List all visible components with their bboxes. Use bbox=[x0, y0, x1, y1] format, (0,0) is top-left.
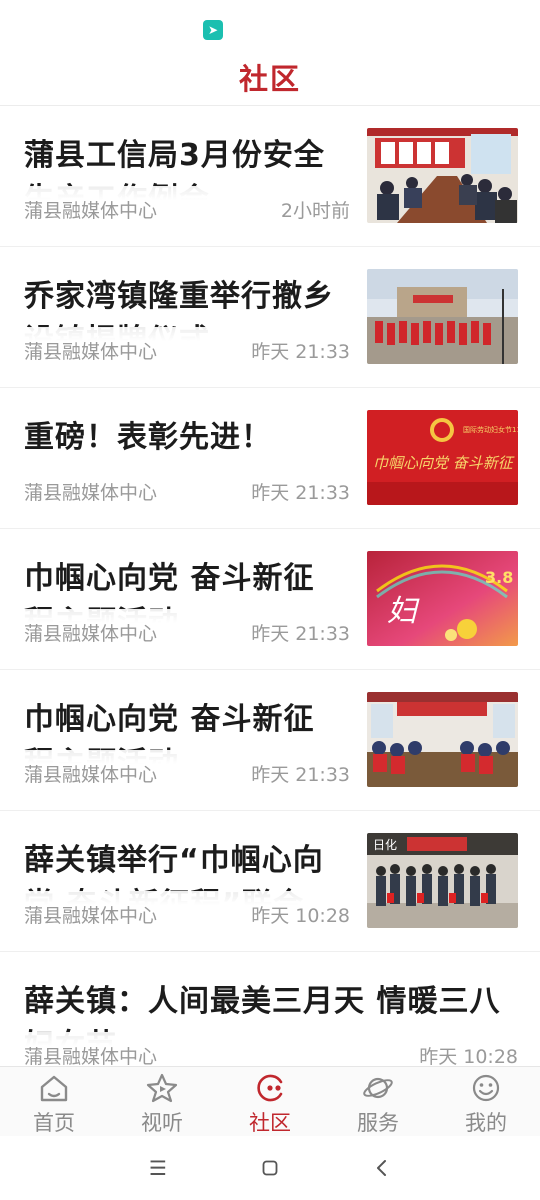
news-source: 蒲县融媒体中心 bbox=[24, 200, 158, 222]
page-title: 社区 bbox=[238, 62, 301, 96]
home-icon bbox=[40, 1075, 68, 1102]
back-icon[interactable] bbox=[362, 1152, 402, 1184]
news-time: 昨天 10:28 bbox=[419, 1046, 518, 1066]
menu-icon[interactable]: ☰ bbox=[138, 1152, 178, 1184]
news-source: 蒲县融媒体中心 bbox=[24, 623, 158, 645]
news-thumbnail[interactable] bbox=[367, 128, 518, 223]
news-source: 蒲县融媒体中心 bbox=[24, 341, 158, 363]
festival-text: 3.8 bbox=[485, 568, 513, 587]
planet-icon bbox=[363, 1077, 393, 1099]
news-thumbnail[interactable] bbox=[367, 692, 518, 787]
tab-label: 社区 bbox=[249, 1111, 291, 1135]
tab-services[interactable]: 服务 bbox=[324, 1067, 432, 1137]
news-item[interactable]: 巾帼心向党 奋斗新征程主题活动 蒲县融媒体中心 昨天 21:33 妇 3.8 bbox=[0, 529, 540, 670]
bottom-tab-bar: 首页 视听 社区 服务 我的 bbox=[0, 1066, 540, 1136]
slogan-text: 巾帼心向党 奋斗新征 bbox=[373, 454, 515, 472]
tab-label: 服务 bbox=[357, 1111, 399, 1135]
news-source: 蒲县融媒体中心 bbox=[24, 482, 158, 504]
home-square-icon[interactable] bbox=[250, 1152, 290, 1184]
play-star-icon bbox=[146, 1073, 178, 1103]
news-item[interactable]: 乔家湾镇隆重举行撤乡设镇揭牌仪式 蒲县融媒体中心 昨天 21:33 bbox=[0, 247, 540, 388]
news-time: 2小时前 bbox=[280, 200, 350, 222]
news-thumbnail[interactable]: 国际劳动妇女节111周年 巾帼心向党 奋斗新征 bbox=[367, 410, 518, 505]
news-item[interactable]: 薛关镇举行“巾帼心向党 奋斗新征程”联合 蒲县融媒体中心 昨天 10:28 日化 bbox=[0, 811, 540, 952]
news-time: 昨天 21:33 bbox=[251, 764, 350, 786]
news-source: 蒲县融媒体中心 bbox=[24, 905, 158, 927]
location-arrow-icon: ➤ bbox=[203, 20, 223, 40]
news-thumbnail[interactable]: 日化 bbox=[367, 833, 518, 928]
tab-label: 视听 bbox=[141, 1111, 183, 1135]
tab-media[interactable]: 视听 bbox=[108, 1067, 216, 1137]
banner-text: 国际劳动妇女节111周年 bbox=[463, 425, 518, 434]
news-thumbnail[interactable] bbox=[367, 269, 518, 364]
news-time: 昨天 21:33 bbox=[251, 623, 350, 645]
tab-profile[interactable]: 我的 bbox=[432, 1067, 540, 1137]
news-item[interactable]: 薛关镇：人间最美三月天 情暖三八妇女节 蒲县融媒体中心 昨天 10:28 bbox=[0, 952, 540, 1066]
page-header: 社区 bbox=[0, 48, 540, 106]
shop-sign-text: 日化 bbox=[373, 838, 397, 852]
news-time: 昨天 21:33 bbox=[251, 482, 350, 504]
news-time: 昨天 21:33 bbox=[251, 341, 350, 363]
news-time: 昨天 10:28 bbox=[251, 905, 350, 927]
news-item[interactable]: 巾帼心向党 奋斗新征程主题活动 蒲县融媒体中心 昨天 21:33 bbox=[0, 670, 540, 811]
community-icon bbox=[257, 1074, 283, 1102]
news-item[interactable]: 重磅！表彰先进！ 蒲县融媒体中心 昨天 21:33 国际劳动妇女节111周年 巾… bbox=[0, 388, 540, 529]
tab-home[interactable]: 首页 bbox=[0, 1067, 108, 1137]
news-meta: 蒲县融媒体中心 昨天 10:28 bbox=[0, 1032, 540, 1066]
tab-label: 我的 bbox=[465, 1111, 507, 1135]
status-bar: ➤ bbox=[0, 0, 540, 48]
system-navigation-bar: ☰ bbox=[0, 1136, 540, 1200]
tab-label: 首页 bbox=[33, 1111, 75, 1135]
tab-community[interactable]: 社区 bbox=[216, 1067, 324, 1137]
svg-text:妇: 妇 bbox=[387, 594, 420, 629]
news-source: 蒲县融媒体中心 bbox=[24, 1046, 158, 1066]
news-feed[interactable]: 蒲县工信局3月份安全生产工作例会 蒲县融媒体中心 2小时前 bbox=[0, 106, 540, 1066]
news-thumbnail[interactable]: 妇 3.8 bbox=[367, 551, 518, 646]
news-source: 蒲县融媒体中心 bbox=[24, 764, 158, 786]
news-item[interactable]: 蒲县工信局3月份安全生产工作例会 蒲县融媒体中心 2小时前 bbox=[0, 106, 540, 247]
smiley-icon bbox=[472, 1074, 500, 1102]
